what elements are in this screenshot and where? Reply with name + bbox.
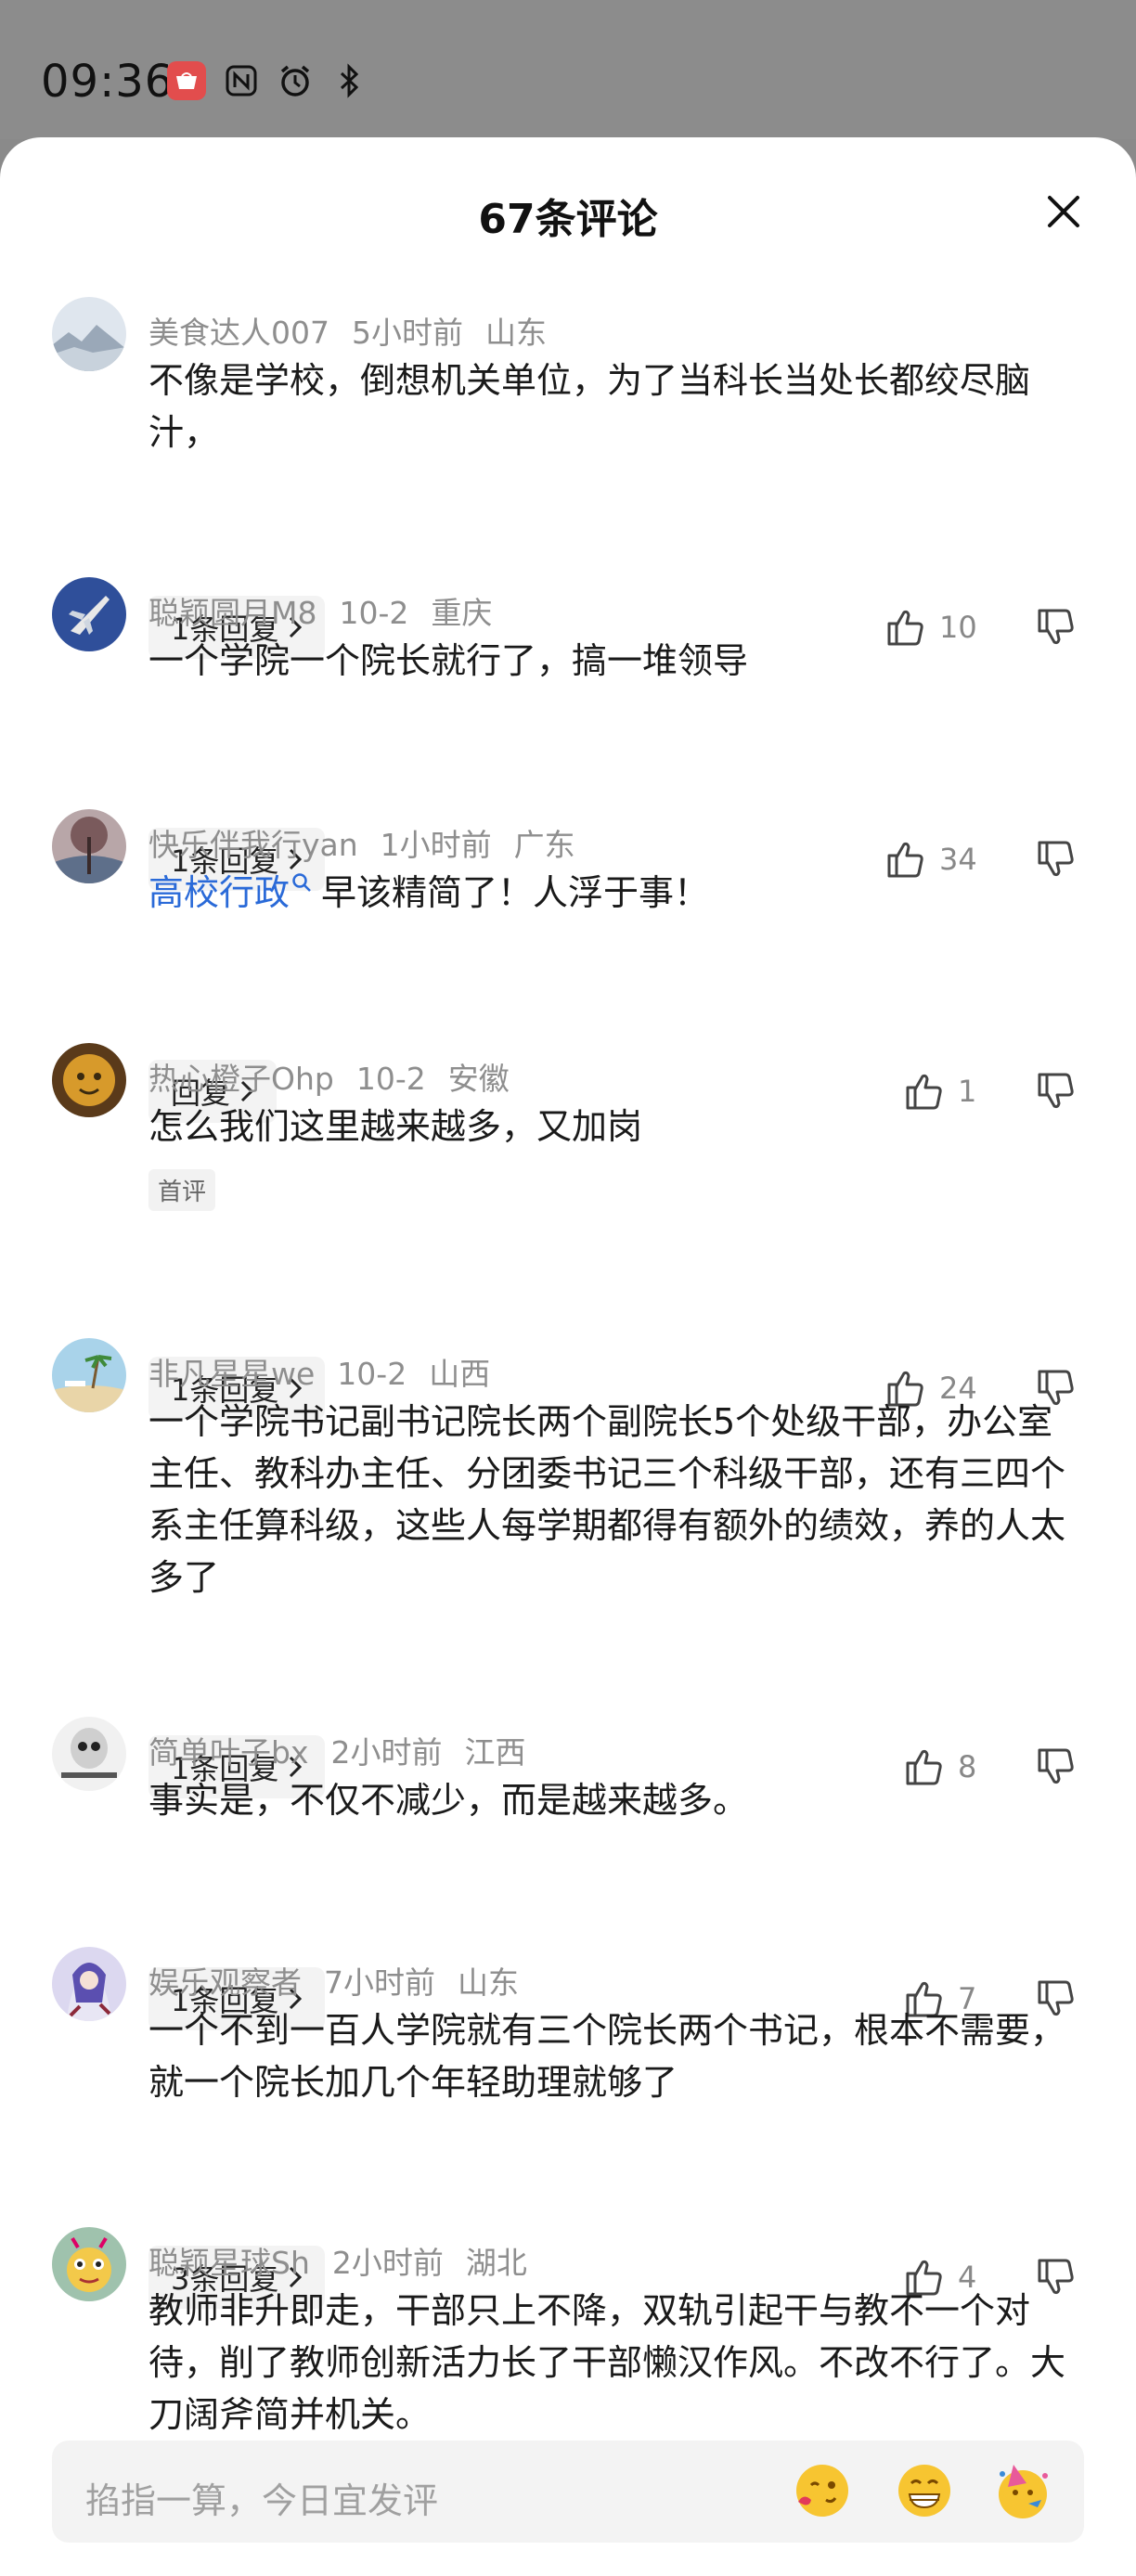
avatar[interactable] bbox=[52, 809, 126, 883]
username[interactable]: 娱乐观察者 bbox=[148, 1964, 302, 2001]
comment-time: 2小时前 bbox=[330, 1734, 443, 1771]
comment-text: 一个不到一百人学院就有三个院长两个书记，根本不需要，就一个院长加几个年轻助理就够… bbox=[148, 2010, 1066, 2103]
topic-mention-link[interactable]: 高校行政 bbox=[148, 872, 290, 913]
emoji-grin-icon[interactable] bbox=[895, 2461, 954, 2520]
avatar[interactable] bbox=[52, 2227, 126, 2301]
comment-meta: 非凡星星we 10-2 山西 bbox=[148, 1349, 512, 1394]
avatar[interactable] bbox=[52, 1338, 126, 1412]
comment-text: 事实是，不仅不减少，而是越来越多。 bbox=[148, 1780, 749, 1821]
comment-location: 山东 bbox=[458, 1964, 519, 2001]
first-comment-badge: 首评 bbox=[148, 1169, 216, 1211]
comment-time: 10-2 bbox=[355, 1061, 426, 1097]
comment-text: 一个学院一个院长就行了，搞一堆领导 bbox=[148, 640, 749, 681]
comment-location: 重庆 bbox=[431, 595, 493, 631]
emoji-wink-kiss-icon[interactable] bbox=[793, 2461, 852, 2520]
username[interactable]: 聪颖圆月M8 bbox=[148, 595, 316, 631]
huawei-app-icon bbox=[167, 61, 206, 100]
emoji-party-icon[interactable] bbox=[993, 2461, 1052, 2520]
avatar[interactable] bbox=[52, 1717, 126, 1791]
comment-time: 5小时前 bbox=[352, 315, 463, 351]
comment-text: 一个学院书记副书记院长两个副院长5个处级干部，办公室主任、教科办主任、分团委书记… bbox=[148, 1401, 1066, 1598]
comment-time: 10-2 bbox=[337, 1356, 407, 1392]
comment-time: 7小时前 bbox=[324, 1964, 435, 2001]
comment-meta: 简单叶子bx 2小时前 江西 bbox=[148, 1728, 548, 1772]
username[interactable]: 非凡星星we bbox=[148, 1356, 315, 1392]
comment-text: 教师非升即走，干部只上不降，双轨引起干与教不一个对待，削了教师创新活力长了干部懒… bbox=[148, 2290, 1066, 2435]
status-bar: 09:36 bbox=[0, 0, 1136, 139]
comment-time: 2小时前 bbox=[331, 2245, 444, 2281]
comment-meta: 热心橙子Ohp 10-2 安徽 bbox=[148, 1054, 532, 1099]
comments-count-title: 67条评论 bbox=[478, 196, 658, 243]
comment-location: 山东 bbox=[485, 315, 547, 351]
comment-location: 山西 bbox=[429, 1356, 491, 1392]
username[interactable]: 美食达人007 bbox=[148, 315, 329, 351]
comment-meta: 美食达人007 5小时前 山东 bbox=[148, 308, 569, 353]
avatar[interactable] bbox=[52, 577, 126, 651]
comment-location: 湖北 bbox=[465, 2245, 527, 2281]
close-icon bbox=[1048, 196, 1079, 227]
avatar[interactable] bbox=[52, 297, 126, 371]
comment-location: 安徽 bbox=[447, 1061, 510, 1097]
comment-meta: 聪颖星球Sh 2小时前 湖北 bbox=[148, 2238, 549, 2283]
comment-meta: 快乐伴我行yan 1小时前 广东 bbox=[148, 820, 598, 865]
status-time: 09:36 bbox=[41, 56, 174, 108]
comment-input-bar[interactable]: 掐指一算，今日宜发评 bbox=[52, 2441, 1084, 2543]
comment-meta: 娱乐观察者 7小时前 山东 bbox=[148, 1958, 541, 2003]
username[interactable]: 聪颖星球Sh bbox=[148, 2245, 310, 2281]
comment-text: 高校行政 早该精简了！人浮于事！ bbox=[148, 872, 710, 913]
comment-text: 怎么我们这里越来越多，又加岗 bbox=[148, 1106, 643, 1147]
close-button[interactable] bbox=[1038, 186, 1090, 238]
username[interactable]: 热心橙子Ohp bbox=[148, 1061, 334, 1097]
bluetooth-icon bbox=[330, 62, 368, 99]
username[interactable]: 简单叶子bx bbox=[148, 1734, 308, 1771]
comment-text: 不像是学校，倒想机关单位，为了当科长当处长都绞尽脑汁， bbox=[148, 360, 1031, 453]
username[interactable]: 快乐伴我行yan bbox=[148, 827, 358, 863]
search-icon bbox=[292, 873, 311, 892]
avatar[interactable] bbox=[52, 1043, 126, 1117]
nfc-icon bbox=[223, 62, 260, 99]
avatar[interactable] bbox=[52, 1947, 126, 2021]
comment-input-placeholder: 掐指一算，今日宜发评 bbox=[85, 2480, 439, 2521]
comment-location: 广东 bbox=[513, 827, 575, 863]
comments-sheet: 67条评论 美食达人007 5小时前 山东 不像是学校，倒想机关单位，为了当科长当处… bbox=[0, 137, 1136, 2576]
comment-location: 江西 bbox=[464, 1734, 526, 1771]
comment-time: 10-2 bbox=[339, 595, 409, 631]
comment-time: 1小时前 bbox=[380, 827, 492, 863]
comment-meta: 聪颖圆月M8 10-2 重庆 bbox=[148, 588, 514, 633]
alarm-icon bbox=[277, 62, 314, 99]
